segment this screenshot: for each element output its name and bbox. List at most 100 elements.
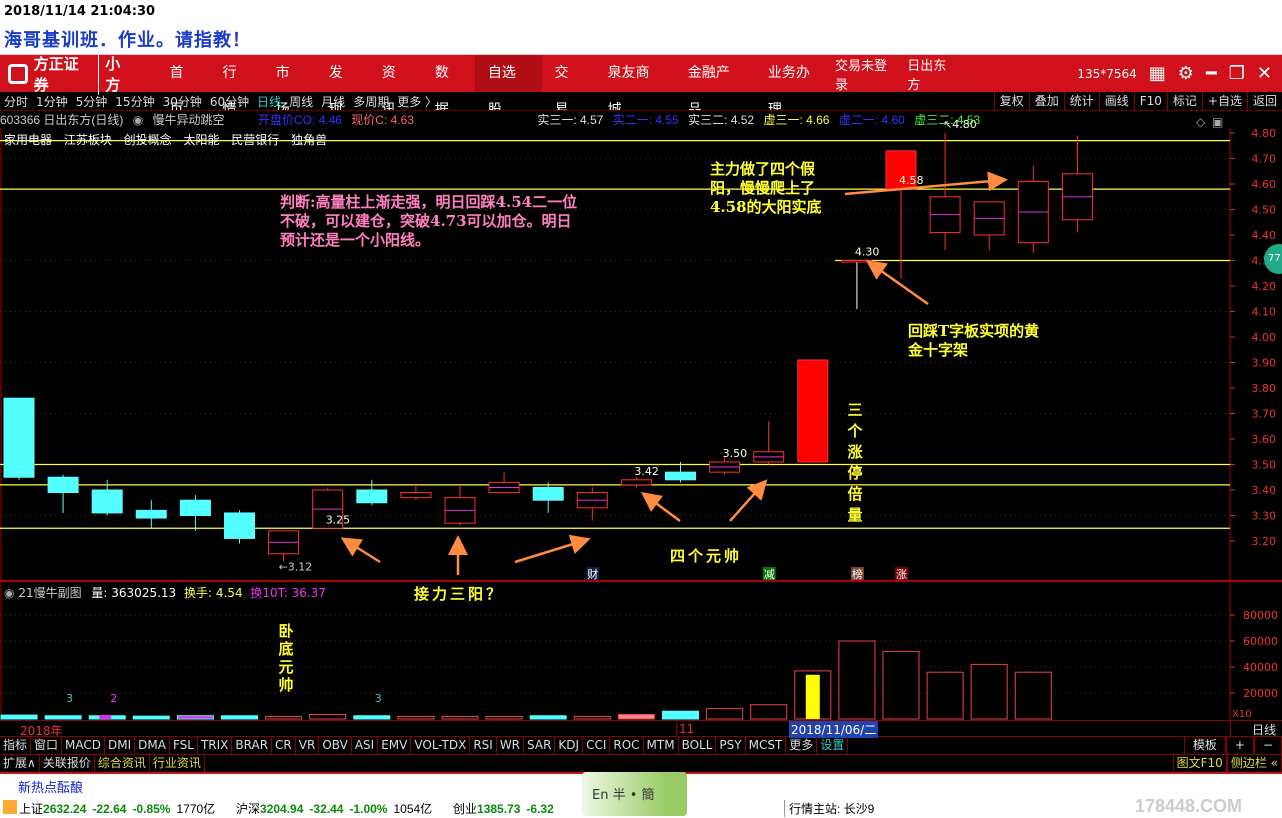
tool-button-1[interactable]: 叠加 xyxy=(1028,91,1064,111)
sz-name[interactable]: 沪深 xyxy=(236,802,260,816)
datetime: 2018/11/14 21:04:30 xyxy=(4,4,156,19)
current-stock[interactable]: 日出东方 xyxy=(907,55,955,93)
news-link[interactable]: 新热点酝酿 xyxy=(18,777,83,796)
indicator-tab-17[interactable]: KDJ xyxy=(555,737,584,754)
volume-bar xyxy=(573,715,611,720)
sh-pct: -0.85% xyxy=(132,801,171,816)
candle-body xyxy=(620,479,652,486)
tool-button-5[interactable]: 标记 xyxy=(1166,91,1202,111)
menu-item-8[interactable]: 泉友商城 xyxy=(595,55,675,118)
indicator-dropdown-icon[interactable]: ◉ xyxy=(133,113,143,127)
ext-tab-2[interactable]: 综合资讯 xyxy=(95,755,150,772)
menu-item-7[interactable]: 交易 xyxy=(542,55,595,118)
volume-tick-label: 80000 xyxy=(1243,609,1278,622)
indicator-tab-12[interactable]: EMV xyxy=(378,737,412,754)
indicator-right-2[interactable]: − xyxy=(1253,737,1282,754)
title-bar: 2018/11/14 21:04:30 海哥基训班．作业。请指教！ xyxy=(0,0,1282,55)
kline-chart[interactable]: 4.80 4.70 4.60 4.50 4.40 4.30 4.20 4.10 4.00 3.90… xyxy=(0,111,1282,720)
tool-button-3[interactable]: 画线 xyxy=(1098,91,1134,111)
indicator-name[interactable]: 慢牛异动跳空 xyxy=(153,113,225,127)
indicator-tab-7[interactable]: BRAR xyxy=(232,737,273,754)
menu-item-9[interactable]: 金融产品 xyxy=(675,55,755,118)
period-tab-7[interactable]: 周线 xyxy=(285,93,317,110)
indicator-tab-20[interactable]: MTM xyxy=(644,737,679,754)
period-tab-3[interactable]: 15分钟 xyxy=(111,93,158,110)
indicator-tab-9[interactable]: VR xyxy=(296,737,320,754)
tool-button-6[interactable]: +自选 xyxy=(1201,91,1247,111)
indicator-tab-10[interactable]: OBV xyxy=(319,737,352,754)
close-icon[interactable]: ✕ xyxy=(1257,63,1272,84)
tool-button-0[interactable]: 复权 xyxy=(993,91,1029,111)
gear-icon[interactable]: ⚙ xyxy=(1178,63,1194,84)
menu-item-5[interactable]: 数据 xyxy=(422,55,475,118)
indicator-tab-0[interactable]: 指标 xyxy=(0,737,32,754)
indicator-tab-3[interactable]: DMI xyxy=(105,737,136,754)
indicator-right-0[interactable]: 模板 xyxy=(1183,737,1226,754)
period-tab-9[interactable]: 多周期 xyxy=(349,93,393,110)
indicator-tab-18[interactable]: CCI xyxy=(583,737,611,754)
indicator-tab-6[interactable]: TRIX xyxy=(198,737,233,754)
period-tab-8[interactable]: 月线 xyxy=(317,93,349,110)
sz-pct: -1.00% xyxy=(349,801,388,816)
volume-highlight-bar xyxy=(805,674,820,719)
indicator-tab-14[interactable]: RSI xyxy=(470,737,497,754)
menu-item-4[interactable]: 资讯 xyxy=(369,55,422,118)
indicator-tab-22[interactable]: PSY xyxy=(716,737,746,754)
indicator-right-1[interactable]: + xyxy=(1225,737,1254,754)
period-tab-2[interactable]: 5分钟 xyxy=(72,93,112,110)
volume-bar xyxy=(397,715,435,720)
sh-name[interactable]: 上证 xyxy=(19,802,43,816)
price-tick-label: 3.20 xyxy=(1252,535,1277,548)
menu-item-10[interactable]: 业务办理 xyxy=(755,55,835,118)
indicator-tab-11[interactable]: ASI xyxy=(352,737,379,754)
indicator-tab-13[interactable]: VOL-TDX xyxy=(411,737,471,754)
tool-button-7[interactable]: 返回 xyxy=(1246,91,1282,111)
tool-button-4[interactable]: F10 xyxy=(1133,91,1167,111)
cy-name[interactable]: 创业 xyxy=(453,802,477,816)
menu-item-0[interactable]: 首页 xyxy=(157,55,210,118)
price-label: ←3.12 xyxy=(279,560,313,573)
indicator-tab-8[interactable]: CR xyxy=(272,737,296,754)
period-tab-0[interactable]: 分时 xyxy=(0,93,32,110)
ime-indicator[interactable]: En 半 • 簡 xyxy=(582,772,687,816)
login-status[interactable]: 交易未登录 xyxy=(835,55,895,93)
volume-mark-label: 3 xyxy=(66,692,73,705)
ext-tab-1[interactable]: 关联报价 xyxy=(40,755,95,772)
candle-body xyxy=(356,489,388,504)
indicator-tab-2[interactable]: MACD xyxy=(62,737,106,754)
indicator-tab-23[interactable]: MCST xyxy=(746,737,787,754)
period-tab-5[interactable]: 60分钟 xyxy=(206,93,253,110)
indicator-tab-21[interactable]: BOLL xyxy=(679,737,717,754)
minimize-icon[interactable]: ━ xyxy=(1206,63,1217,84)
ext-tab-3[interactable]: 行业资讯 xyxy=(150,755,205,772)
indicator-tab-24[interactable]: 更多 xyxy=(786,737,818,754)
price-tick-label: 3.60 xyxy=(1252,433,1277,446)
menu-item-6[interactable]: 自选股 xyxy=(474,55,542,118)
month-label: 11 xyxy=(676,722,694,736)
period-tab-6[interactable]: 日线 xyxy=(253,93,285,110)
period-tab-1[interactable]: 1分钟 xyxy=(32,93,72,110)
ext-right-1[interactable]: 侧边栏 « xyxy=(1226,755,1282,772)
index-icon[interactable] xyxy=(3,800,17,814)
menu-item-2[interactable]: 市场 xyxy=(263,55,316,118)
indicator-tab-15[interactable]: WR xyxy=(497,737,525,754)
menu-item-3[interactable]: 发现 xyxy=(316,55,369,118)
restore-icon[interactable]: ❐ xyxy=(1229,63,1245,84)
period-tab-10[interactable]: 更多 〉 xyxy=(393,93,441,110)
indicator-tab-25[interactable]: 设置 xyxy=(817,737,849,754)
ext-tab-0[interactable]: 扩展∧ xyxy=(0,755,40,772)
indicator-tab-16[interactable]: SAR xyxy=(524,737,556,754)
sz-change: -32.44 xyxy=(309,801,344,816)
volume-indicator-name[interactable]: 21慢牛副图 xyxy=(18,586,81,600)
tool-button-2[interactable]: 统计 xyxy=(1063,91,1099,111)
indicator-tab-19[interactable]: ROC xyxy=(610,737,644,754)
price-tick-label: 4.40 xyxy=(1252,229,1277,242)
menu-item-1[interactable]: 行情 xyxy=(210,55,263,118)
indicator-tab-5[interactable]: FSL xyxy=(170,737,198,754)
volume-dropdown-icon[interactable]: ◉ xyxy=(4,586,14,600)
grid-icon[interactable]: ▦ xyxy=(1149,63,1166,84)
indicator-tab-4[interactable]: DMA xyxy=(135,737,170,754)
indicator-tab-1[interactable]: 窗口 xyxy=(31,737,63,754)
period-tab-4[interactable]: 30分钟 xyxy=(159,93,206,110)
ext-right-0[interactable]: 图文F10 xyxy=(1172,755,1227,772)
